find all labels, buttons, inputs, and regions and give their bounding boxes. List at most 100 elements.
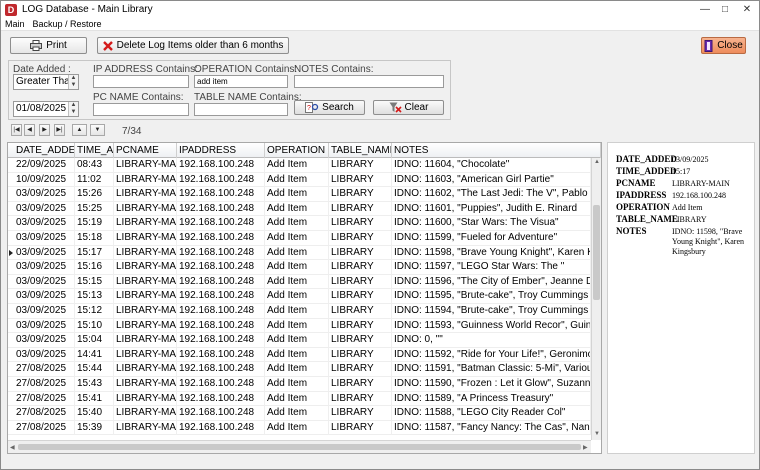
table-cell[interactable]: 192.168.100.248 [177,158,265,172]
table-cell[interactable]: Add Item [265,333,329,348]
table-cell[interactable]: LIBRARY [329,201,392,216]
col-date-added[interactable]: DATE_ADDED [14,143,75,158]
table-cell[interactable]: IDNO: 11592, "Ride for Your Life!", Gero… [392,347,591,362]
table-cell[interactable]: 15:15 [75,274,114,289]
page-down-button[interactable]: ▼ [90,124,105,136]
table-cell[interactable]: IDNO: 11603, "American Girl Partie" [392,172,591,187]
table-cell[interactable]: 27/08/2025 [14,406,75,421]
col-ipaddress[interactable]: IPADDRESS [177,143,265,158]
menu-main[interactable]: Main [1,19,29,29]
table-cell[interactable]: LIBRARY-MAIN [114,172,177,187]
table-row[interactable]: 03/09/202515:17LIBRARY-MAIN192.168.100.2… [8,245,591,261]
table-row[interactable]: 03/09/202515:18LIBRARY-MAIN192.168.100.2… [8,231,591,246]
table-row[interactable]: 22/09/202508:43LIBRARY-MAIN192.168.100.2… [8,158,591,173]
table-row[interactable]: 27/08/202515:43LIBRARY-MAIN192.168.100.2… [8,377,591,392]
table-cell[interactable]: 27/08/2025 [14,377,75,391]
table-cell[interactable]: 15:25 [75,201,114,216]
table-row[interactable]: 03/09/202514:41LIBRARY-MAIN192.168.100.2… [8,347,591,363]
table-cell[interactable]: LIBRARY [329,289,392,304]
table-cell[interactable]: 27/08/2025 [14,362,75,377]
close-window-icon[interactable]: ✕ [737,1,757,18]
table-cell[interactable]: Add Item [265,245,329,260]
table-cell[interactable]: 03/09/2025 [14,201,75,216]
table-cell[interactable]: IDNO: 11596, "The City of Ember", Jeanne… [392,274,591,289]
col-pcname[interactable]: PCNAME [114,143,177,158]
table-cell[interactable]: 192.168.100.248 [177,260,265,275]
table-cell[interactable]: IDNO: 11595, "Brute-cake", Troy Cummings [392,289,591,304]
table-cell[interactable]: 192.168.100.248 [177,245,265,260]
table-cell[interactable]: 192.168.100.248 [177,347,265,362]
table-cell[interactable]: LIBRARY-MAIN [114,304,177,318]
table-cell[interactable]: Add Item [265,260,329,275]
table-cell[interactable]: LIBRARY [329,304,392,318]
clear-button[interactable]: Clear [373,100,444,115]
table-cell[interactable]: 03/09/2025 [14,304,75,318]
table-cell[interactable]: 192.168.100.248 [177,318,265,333]
table-cell[interactable]: LIBRARY [329,216,392,231]
table-row[interactable]: 03/09/202515:19LIBRARY-MAIN192.168.100.2… [8,216,591,231]
table-cell[interactable]: LIBRARY-MAIN [114,377,177,391]
table-cell[interactable]: LIBRARY [329,347,392,362]
table-cell[interactable]: IDNO: 11593, "Guinness World Recor", Gui… [392,318,591,333]
table-cell[interactable]: 03/09/2025 [14,245,75,260]
page-up-button[interactable]: ▲ [72,124,87,136]
table-cell[interactable]: IDNO: 0, "" [392,333,591,348]
table-cell[interactable]: 192.168.100.248 [177,172,265,187]
table-cell[interactable]: 22/09/2025 [14,158,75,172]
table-cell[interactable]: 15:44 [75,362,114,377]
table-cell[interactable]: 15:13 [75,289,114,304]
horizontal-scrollbar[interactable]: ◀ ▶ [8,440,591,453]
date-mode-select[interactable]: Greater Than ▲ ▼ [13,74,79,90]
table-cell[interactable]: Add Item [265,420,329,435]
col-table-name[interactable]: TABLE_NAME [329,143,392,158]
table-cell[interactable]: LIBRARY [329,377,392,391]
vertical-scroll-thumb[interactable] [593,205,600,300]
close-button[interactable]: Close [701,37,746,54]
ip-address-input[interactable] [93,75,189,88]
table-cell[interactable]: 15:04 [75,333,114,348]
table-cell[interactable]: Add Item [265,158,329,172]
table-cell[interactable]: LIBRARY-MAIN [114,260,177,275]
table-cell[interactable]: LIBRARY-MAIN [114,245,177,260]
table-cell[interactable]: LIBRARY-MAIN [114,333,177,348]
table-cell[interactable]: LIBRARY [329,260,392,275]
table-cell[interactable]: LIBRARY [329,333,392,348]
table-cell[interactable]: Add Item [265,347,329,362]
table-cell[interactable]: 10/09/2025 [14,172,75,187]
col-operation[interactable]: OPERATION [265,143,329,158]
table-cell[interactable]: Add Item [265,304,329,318]
pc-name-input[interactable] [93,103,189,116]
table-cell[interactable]: LIBRARY-MAIN [114,216,177,231]
notes-input[interactable] [294,75,444,88]
last-record-button[interactable]: ▶| [54,124,65,136]
table-cell[interactable]: LIBRARY-MAIN [114,362,177,377]
table-cell[interactable]: 15:43 [75,377,114,391]
table-cell[interactable]: Add Item [265,231,329,245]
table-cell[interactable]: IDNO: 11591, "Batman Classic: 5-Mi", Var… [392,362,591,377]
scroll-right-icon[interactable]: ▶ [583,444,588,451]
table-row[interactable]: 03/09/202515:12LIBRARY-MAIN192.168.100.2… [8,304,591,319]
table-cell[interactable]: 27/08/2025 [14,420,75,435]
table-cell[interactable]: LIBRARY-MAIN [114,318,177,333]
table-cell[interactable]: Add Item [265,391,329,406]
table-cell[interactable]: IDNO: 11587, "Fancy Nancy: The Cas", Nan… [392,420,591,435]
table-cell[interactable]: 03/09/2025 [14,260,75,275]
table-cell[interactable]: 192.168.100.248 [177,362,265,377]
log-grid[interactable]: DATE_ADDED TIME_ADDED PCNAME IPADDRESS O… [7,142,602,454]
table-cell[interactable]: 192.168.100.248 [177,289,265,304]
table-cell[interactable]: LIBRARY [329,406,392,421]
table-cell[interactable]: IDNO: 11601, "Puppies", Judith E. Rinard [392,201,591,216]
table-cell[interactable]: Add Item [265,172,329,187]
table-cell[interactable]: 14:41 [75,347,114,362]
table-cell[interactable]: 192.168.100.248 [177,333,265,348]
table-cell[interactable]: LIBRARY [329,245,392,260]
table-cell[interactable]: 15:10 [75,318,114,333]
table-cell[interactable]: 03/09/2025 [14,347,75,362]
table-row[interactable]: 27/08/202515:39LIBRARY-MAIN192.168.100.2… [8,420,591,436]
table-cell[interactable]: 192.168.100.248 [177,201,265,216]
table-cell[interactable]: 192.168.100.248 [177,304,265,318]
table-cell[interactable]: IDNO: 11598, "Brave Young Knight", Karen… [392,245,591,260]
table-cell[interactable]: 15:41 [75,391,114,406]
table-row[interactable]: 03/09/202515:16LIBRARY-MAIN192.168.100.2… [8,260,591,275]
table-cell[interactable]: LIBRARY [329,172,392,187]
